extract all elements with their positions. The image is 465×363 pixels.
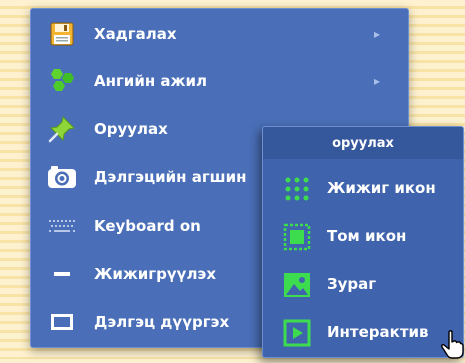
submenu-item-label: Том икон (327, 227, 407, 245)
small-grid-icon (282, 174, 312, 204)
save-icon (47, 19, 77, 49)
large-icon (282, 222, 312, 252)
minimize-icon (47, 259, 77, 289)
submenu-item-label: Зураг (327, 275, 377, 293)
insert-submenu: оруулах Жижиг икон Том икон Зураг Интера… (262, 126, 464, 358)
fullscreen-icon (47, 307, 77, 337)
submenu-item-large-icon[interactable]: Том икон (263, 214, 463, 260)
keyboard-icon (47, 211, 77, 241)
classwork-icon (47, 66, 77, 96)
camera-icon (47, 162, 77, 192)
submenu-item-small-icon[interactable]: Жижиг икон (263, 166, 463, 212)
menu-item-label: Дэлгэцийн агшин (94, 168, 247, 186)
submenu-item-interactive[interactable]: Интерактив (263, 310, 463, 356)
pin-icon (47, 114, 77, 144)
submenu-title: оруулах (263, 127, 463, 159)
mouse-cursor-icon (440, 330, 464, 359)
submenu-item-label: Интерактив (327, 323, 429, 341)
menu-item-label: Дэлгэц дүүргэх (94, 313, 230, 331)
menu-item-classwork[interactable]: Ангийн ажил ▸ (31, 58, 408, 104)
menu-item-label: Оруулах (94, 120, 168, 138)
menu-item-label: Жижигрүүлэх (94, 265, 216, 283)
menu-item-save[interactable]: Хадгалах ▸ (31, 11, 408, 57)
image-icon (282, 270, 312, 300)
submenu-arrow-icon: ▸ (374, 74, 381, 88)
menu-item-label: Хадгалах (94, 25, 177, 43)
submenu-item-label: Жижиг икон (327, 179, 436, 197)
menu-item-label: Ангийн ажил (94, 72, 207, 90)
menu-item-label: Keyboard on (94, 217, 201, 235)
submenu-arrow-icon: ▸ (374, 27, 381, 41)
play-icon (282, 318, 312, 348)
submenu-item-image[interactable]: Зураг (263, 262, 463, 308)
